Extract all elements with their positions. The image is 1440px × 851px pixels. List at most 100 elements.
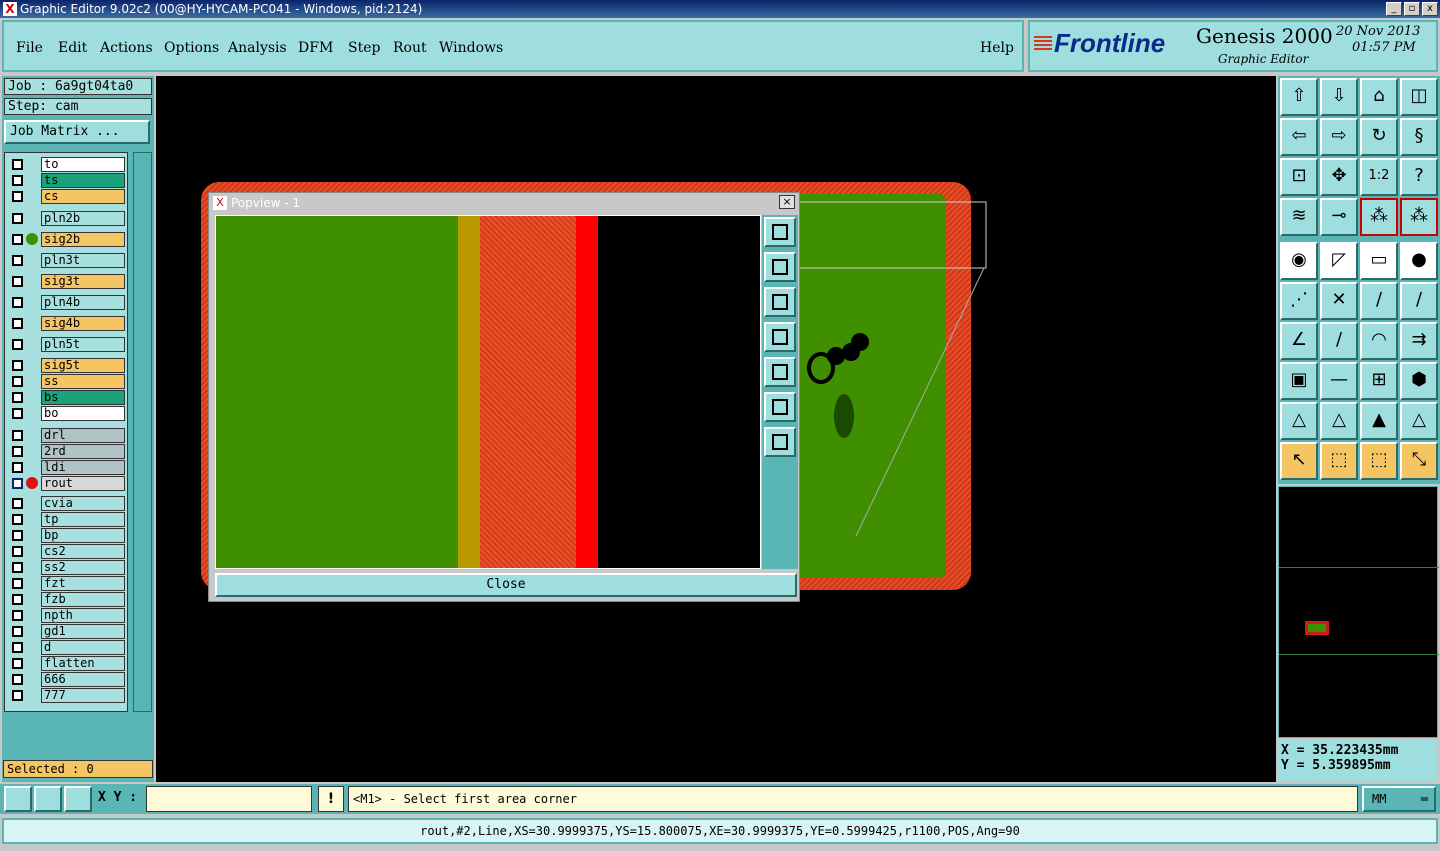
layer-name[interactable]: cs2 bbox=[41, 544, 125, 559]
layer-checkbox[interactable] bbox=[12, 430, 23, 441]
close-window-button[interactable]: x bbox=[1422, 2, 1438, 16]
layer-checkbox[interactable] bbox=[12, 297, 23, 308]
redraw-icon[interactable]: ↻ bbox=[1360, 118, 1398, 156]
layer-checkbox[interactable] bbox=[12, 530, 23, 541]
layer-checkbox[interactable] bbox=[12, 408, 23, 419]
layer-checkbox[interactable] bbox=[12, 376, 23, 387]
layer-row-777[interactable]: 777 bbox=[7, 688, 127, 703]
layer-name[interactable]: npth bbox=[41, 608, 125, 623]
layer-scrollbar[interactable] bbox=[133, 152, 152, 712]
popview-zoom-icon[interactable] bbox=[764, 217, 796, 247]
layer-checkbox[interactable] bbox=[12, 175, 23, 186]
net-icon[interactable]: ⁂ bbox=[1360, 198, 1398, 236]
menu-step[interactable]: Step bbox=[348, 40, 380, 56]
layer-row-666[interactable]: 666 bbox=[7, 672, 127, 687]
snap-angle-icon[interactable] bbox=[34, 786, 62, 812]
popview-close-button[interactable]: Close bbox=[215, 573, 797, 597]
layer-checkbox[interactable] bbox=[12, 234, 23, 245]
triangle-bold-icon[interactable]: ▲ bbox=[1360, 402, 1398, 440]
layer-row-tp[interactable]: tp bbox=[7, 512, 127, 527]
layer-row-rout[interactable]: rout bbox=[7, 476, 127, 491]
layer-checkbox[interactable] bbox=[12, 546, 23, 557]
layer-checkbox[interactable] bbox=[12, 318, 23, 329]
layer-row-sig3t[interactable]: sig3t bbox=[7, 274, 127, 289]
layer-row-flatten[interactable]: flatten bbox=[7, 656, 127, 671]
layer-name[interactable]: d bbox=[41, 640, 125, 655]
xy-input[interactable] bbox=[146, 786, 312, 812]
select-path-icon[interactable]: ⤡ bbox=[1400, 442, 1438, 480]
layer-row-npth[interactable]: npth bbox=[7, 608, 127, 623]
shapes-icon[interactable]: ⬢ bbox=[1400, 362, 1438, 400]
layer-name[interactable]: pln4b bbox=[41, 295, 125, 310]
layer-name[interactable]: flatten bbox=[41, 656, 125, 671]
layer-name[interactable]: cvia bbox=[41, 496, 125, 511]
probe-icon[interactable]: ⊸ bbox=[1320, 198, 1358, 236]
menu-dfm[interactable]: DFM bbox=[298, 40, 333, 56]
work-layer-icon[interactable] bbox=[26, 477, 38, 489]
layer-checkbox[interactable] bbox=[12, 690, 23, 701]
layer-checkbox[interactable] bbox=[12, 514, 23, 525]
layer-row-fzb[interactable]: fzb bbox=[7, 592, 127, 607]
layer-checkbox[interactable] bbox=[12, 626, 23, 637]
layer-name[interactable]: rout bbox=[41, 476, 125, 491]
layer-name[interactable]: bp bbox=[41, 528, 125, 543]
layer-name[interactable]: ss2 bbox=[41, 560, 125, 575]
line-draw-icon[interactable]: ∕ bbox=[1360, 282, 1398, 320]
slash-icon[interactable]: / bbox=[1320, 322, 1358, 360]
layer-name[interactable]: pln3t bbox=[41, 253, 125, 268]
layer-row-d[interactable]: d bbox=[7, 640, 127, 655]
layer-row-sig2b[interactable]: sig2b bbox=[7, 232, 127, 247]
triangle-icon[interactable]: △ bbox=[1280, 402, 1318, 440]
popview-pan-up-icon[interactable] bbox=[764, 252, 796, 282]
menu-rout[interactable]: Rout bbox=[393, 40, 427, 56]
dimension-icon[interactable]: ⊞ bbox=[1360, 362, 1398, 400]
grid-icon[interactable] bbox=[64, 786, 92, 812]
layer-checkbox[interactable] bbox=[12, 498, 23, 509]
line-edit-icon[interactable]: ∕ bbox=[1400, 282, 1438, 320]
select-pad-icon[interactable]: ● bbox=[1400, 242, 1438, 280]
exclamation-icon[interactable]: ! bbox=[318, 786, 344, 812]
layer-name[interactable]: bs bbox=[41, 390, 125, 405]
help-icon[interactable]: ? bbox=[1400, 158, 1438, 196]
layer-checkbox[interactable] bbox=[12, 478, 23, 489]
layer-row-pln3t[interactable]: pln3t bbox=[7, 253, 127, 268]
layer-row-gd1[interactable]: gd1 bbox=[7, 624, 127, 639]
arc-icon[interactable]: ◠ bbox=[1360, 322, 1398, 360]
menu-options[interactable]: Options bbox=[164, 40, 219, 56]
layer-name[interactable]: ts bbox=[41, 173, 125, 188]
pan-up-icon[interactable]: ⇧ bbox=[1280, 78, 1318, 116]
pad-edit-icon[interactable]: ▣ bbox=[1280, 362, 1318, 400]
zoom-1-2-icon[interactable]: 1:2 bbox=[1360, 158, 1398, 196]
layer-checkbox[interactable] bbox=[12, 339, 23, 350]
triangle-alt-icon[interactable]: △ bbox=[1320, 402, 1358, 440]
layer-row-cvia[interactable]: cvia bbox=[7, 496, 127, 511]
layer-row-fzt[interactable]: fzt bbox=[7, 576, 127, 591]
popview-close-icon[interactable]: × bbox=[779, 195, 795, 209]
layer-checkbox[interactable] bbox=[12, 562, 23, 573]
layer-name[interactable]: 777 bbox=[41, 688, 125, 703]
dash-icon[interactable]: — bbox=[1320, 362, 1358, 400]
layer-name[interactable]: ss bbox=[41, 374, 125, 389]
measure-icon[interactable]: ▭ bbox=[1360, 242, 1398, 280]
menu-analysis[interactable]: Analysis bbox=[228, 40, 287, 56]
layer-row-ldi[interactable]: ldi bbox=[7, 460, 127, 475]
popview-canvas[interactable] bbox=[215, 215, 761, 569]
menu-windows[interactable]: Windows bbox=[439, 40, 503, 56]
layer-name[interactable]: pln5t bbox=[41, 337, 125, 352]
select-icon[interactable]: ⬚ bbox=[1320, 442, 1358, 480]
layer-checkbox[interactable] bbox=[12, 642, 23, 653]
snap-icon[interactable] bbox=[4, 786, 32, 812]
layer-name[interactable]: pln2b bbox=[41, 211, 125, 226]
add-line-icon[interactable]: ◸ bbox=[1320, 242, 1358, 280]
layer-row-bs[interactable]: bs bbox=[7, 390, 127, 405]
job-matrix-button[interactable]: Job Matrix ... bbox=[4, 120, 150, 144]
layer-name[interactable]: to bbox=[41, 157, 125, 172]
layer-checkbox[interactable] bbox=[12, 213, 23, 224]
affected-layer-icon[interactable] bbox=[26, 233, 38, 245]
layer-row-sig4b[interactable]: sig4b bbox=[7, 316, 127, 331]
layer-row-ts[interactable]: ts bbox=[7, 173, 127, 188]
pan-down-icon[interactable]: ⇩ bbox=[1320, 78, 1358, 116]
pan-right-icon[interactable]: ⇨ bbox=[1320, 118, 1358, 156]
zoom-center-icon[interactable]: ✥ bbox=[1320, 158, 1358, 196]
layer-name[interactable]: cs bbox=[41, 189, 125, 204]
